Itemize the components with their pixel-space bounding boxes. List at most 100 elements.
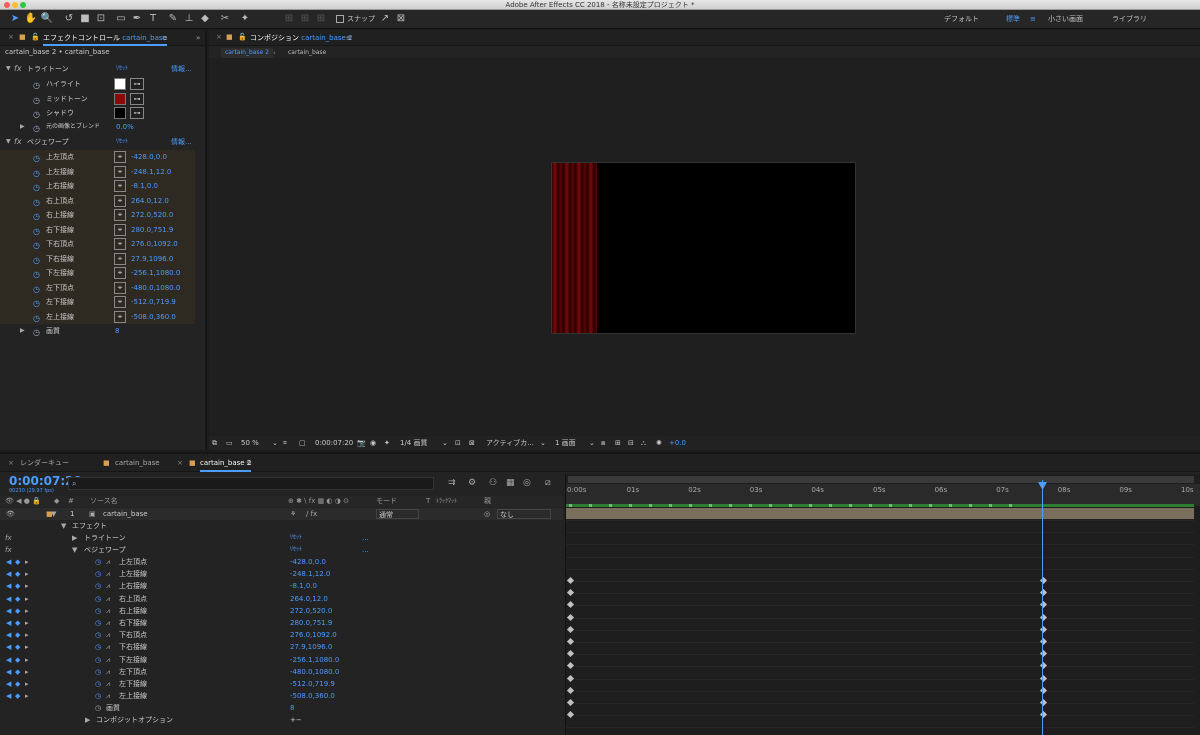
tl-property-value[interactable]: -428.0,0.0 [290,556,326,568]
draft-3d-icon[interactable]: ⊞ [615,436,621,450]
add-keyframe-icon[interactable]: ◆ [15,556,20,568]
collapse-triangle-icon[interactable]: ▼ [61,520,66,532]
tritone-reset[interactable]: ﾘｾｯﾄ [290,532,302,544]
camera-dropdown[interactable]: アクティブカ... [486,436,534,450]
tl-quality-row[interactable]: ◷ 画質 8 [0,702,563,714]
resolution-dropdown[interactable]: 1/4 画質 [400,436,428,450]
color-swatch[interactable] [114,78,126,90]
selection-tool-icon[interactable]: ➤ [8,12,22,26]
bezier-param-value[interactable]: 264.0,12.0 [131,194,169,208]
stopwatch-icon[interactable]: ◷ [33,122,40,136]
keyframe[interactable] [566,601,574,609]
workspace-standard[interactable]: 標準 [1006,10,1020,29]
exposure-icon[interactable]: ✺ [656,436,662,450]
next-keyframe-icon[interactable]: ▸ [25,556,29,568]
add-keyframe-icon[interactable]: ◆ [15,690,20,702]
effects-group-row[interactable]: ▼ エフェクト [0,520,563,532]
stopwatch-icon[interactable]: ◷ [95,678,101,690]
tritone-group-row[interactable]: fx ▶ トライトーン ﾘｾｯﾄ ... [0,532,563,544]
expand-triangle-icon[interactable]: ▶ [20,324,25,338]
keyframe[interactable] [566,613,574,621]
tl-property-row[interactable]: ◀ ◆ ▸ ◷ ⩘ 上左頂点 -428.0,0.0 [0,556,563,568]
tl-property-value[interactable]: -508.0,360.0 [290,690,335,702]
lock-icon[interactable]: 🔓 [238,30,247,44]
tritone-reset[interactable]: ﾘｾｯﾄ [116,62,128,76]
bezier-param-value[interactable]: -428.0,0.0 [131,150,167,164]
close-tab-icon[interactable]: × [177,454,183,472]
comp-mini-flowchart-icon[interactable]: ⇉ [448,478,456,488]
next-keyframe-icon[interactable]: ▸ [25,690,29,702]
prev-keyframe-icon[interactable]: ◀ [6,678,11,690]
tl-property-row[interactable]: ◀ ◆ ▸ ◷ ⩘ 右下接線 280.0,751.9 [0,617,563,629]
graph-icon[interactable]: ⩘ [106,617,110,629]
stopwatch-icon[interactable]: ◷ [95,641,101,653]
roto-brush-tool-icon[interactable]: ✂ [218,12,232,26]
add-keyframe-icon[interactable]: ◆ [15,593,20,605]
graph-icon[interactable]: ⩘ [106,629,110,641]
camera-tool-icon[interactable]: ■ [78,12,92,26]
rectangle-tool-icon[interactable]: ▭ [114,12,128,26]
stopwatch-icon[interactable]: ◷ [95,605,101,617]
composite-options-row[interactable]: ▶ コンポジットオプション +− [0,714,563,726]
collapse-switch-icon[interactable]: ⚘ [290,508,296,520]
point-target-icon[interactable]: ⌖ [114,238,126,250]
time-ruler[interactable]: 0:00s 01s 02s 03s 04s 05s 06s 07s 08s 09s 10s [566,484,1200,496]
hand-tool-icon[interactable]: ✋ [24,12,38,26]
add-keyframe-icon[interactable]: ◆ [15,617,20,629]
bezier-options[interactable]: ... [362,544,369,556]
next-keyframe-icon[interactable]: ▸ [25,617,29,629]
monitor-icon[interactable]: ▭ [226,436,233,450]
clone-stamp-tool-icon[interactable]: ⊥ [182,12,196,26]
keyframe[interactable] [566,650,574,658]
chevron-down-icon[interactable]: ⌄ [442,436,448,450]
current-time-indicator[interactable] [1042,480,1043,735]
next-keyframe-icon[interactable]: ▸ [25,593,29,605]
bezier-param-value[interactable]: 276.0,1092.0 [131,237,178,251]
prev-keyframe-icon[interactable]: ◀ [6,605,11,617]
views-dropdown[interactable]: 1 画面 [555,436,576,450]
prev-keyframe-icon[interactable]: ◀ [6,666,11,678]
timeline-menu-icon[interactable]: ≡ [246,454,252,472]
tl-property-value[interactable]: 264.0,12.0 [290,593,328,605]
tl-property-row[interactable]: ◀ ◆ ▸ ◷ ⩘ 左上接線 -508.0,360.0 [0,690,563,702]
bezier-param-value[interactable]: -480.0,1080.0 [131,281,180,295]
graph-icon[interactable]: ⩘ [106,641,110,653]
prev-keyframe-icon[interactable]: ◀ [6,593,11,605]
prev-keyframe-icon[interactable]: ◀ [6,690,11,702]
keyframe[interactable] [566,625,574,633]
point-target-icon[interactable]: ⌖ [114,267,126,279]
tl-property-value[interactable]: -248.1,12.0 [290,568,330,580]
eraser-tool-icon[interactable]: ◆ [198,12,212,26]
bezier-param-value[interactable]: -512.0,719.9 [131,295,176,309]
tl-property-value[interactable]: 27.9,1096.0 [290,641,332,653]
tl-property-value[interactable]: 276.0,1092.0 [290,629,337,641]
add-keyframe-icon[interactable]: ◆ [15,654,20,666]
graph-icon[interactable]: ⩘ [106,580,110,592]
eyedropper-icon[interactable]: ⊶ [130,92,144,105]
point-target-icon[interactable]: ⌖ [114,252,126,265]
tritone-about[interactable]: 情報... [171,62,192,76]
point-target-icon[interactable]: ⌖ [114,310,126,323]
keyframe[interactable] [566,662,574,670]
next-keyframe-icon[interactable]: ▸ [25,580,29,592]
graph-icon[interactable]: ⩘ [106,690,110,702]
graph-editor-icon[interactable]: ⧄ [545,478,551,488]
tl-property-row[interactable]: ◀ ◆ ▸ ◷ ⩘ 下右接線 27.9,1096.0 [0,641,563,653]
tritone-effect-row[interactable]: ▼ fx トライトーン ﾘｾｯﾄ 情報... [0,62,195,77]
color-swatch[interactable] [114,107,126,119]
next-keyframe-icon[interactable]: ▸ [25,641,29,653]
point-target-icon[interactable]: ⌖ [114,281,126,294]
pan-behind-tool-icon[interactable]: ⊡ [94,12,108,26]
keyframe[interactable] [566,674,574,682]
exposure-value[interactable]: +0.0 [669,436,686,450]
tl-property-row[interactable]: ◀ ◆ ▸ ◷ ⩘ 左下接線 -512.0,719.9 [0,678,563,690]
prev-keyframe-icon[interactable]: ◀ [6,568,11,580]
comp-viewer[interactable] [209,58,1200,436]
point-target-icon[interactable]: ⌖ [114,223,126,236]
lock-icon[interactable]: 🔓 [31,30,40,44]
reset-exposure-icon[interactable]: ⊟ [628,436,634,450]
prev-keyframe-icon[interactable]: ◀ [6,617,11,629]
collapse-triangle-icon[interactable]: ▼ [72,544,77,556]
stopwatch-icon[interactable]: ◷ [95,629,101,641]
add-keyframe-icon[interactable]: ◆ [15,605,20,617]
